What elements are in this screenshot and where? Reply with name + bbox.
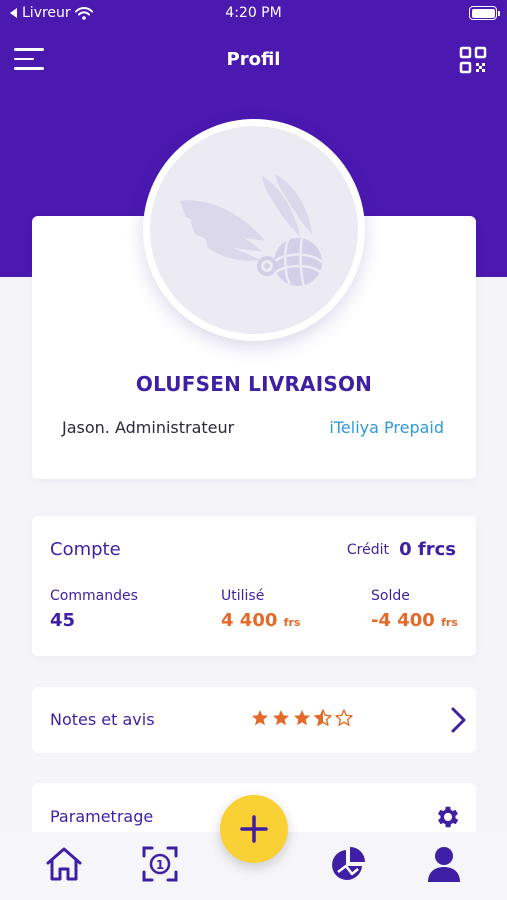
- tab-home[interactable]: [44, 844, 84, 884]
- credit-value: 0 frcs: [399, 539, 456, 560]
- svg-text:1: 1: [156, 858, 164, 872]
- orders-stat: Commandes 45: [50, 588, 138, 631]
- user-role: Jason. Administrateur: [62, 418, 235, 437]
- orders-label: Commandes: [50, 588, 138, 604]
- balance-stat: Solde -4 400 frs: [371, 588, 458, 631]
- star-full-icon: [273, 710, 289, 726]
- ratings-row[interactable]: Notes et avis: [32, 687, 476, 753]
- star-full-icon: [294, 710, 310, 726]
- balance-amount: -4 400 frs: [371, 610, 458, 631]
- account-type-link[interactable]: iTeliya Prepaid: [329, 418, 444, 437]
- balance-label: Solde: [371, 588, 410, 604]
- used-stat: Utilisé 4 400 frs: [221, 588, 300, 631]
- star-empty-icon: [335, 709, 353, 726]
- status-bar: Livreur 4:20 PM: [0, 0, 507, 28]
- account-card: Compte Crédit 0 frcs Commandes 45 Utilis…: [32, 516, 476, 656]
- tab-stats[interactable]: [328, 844, 368, 884]
- pie-chart-icon: [332, 847, 365, 880]
- user-icon: [428, 847, 460, 882]
- battery-icon: [469, 6, 500, 20]
- star-half-icon: [314, 709, 332, 726]
- balance-value: -4 400: [371, 610, 435, 631]
- gear-icon: [437, 806, 459, 828]
- qr-code-icon[interactable]: [459, 46, 487, 74]
- company-name: OLUFSEN LIVRAISON: [135, 372, 373, 396]
- credit-label: Crédit: [346, 542, 389, 558]
- company-logo-icon: [180, 174, 323, 287]
- settings-label: Parametrage: [50, 807, 154, 826]
- scan-icon: 1: [142, 846, 178, 882]
- top-bar: Profil: [0, 40, 507, 82]
- orders-value: 45: [50, 610, 76, 631]
- status-time: 4:20 PM: [225, 5, 282, 21]
- ratings-label: Notes et avis: [50, 710, 155, 729]
- plus-icon: [240, 815, 268, 843]
- avatar[interactable]: [143, 119, 365, 341]
- chevron-right-icon: [451, 707, 466, 733]
- balance-unit: frs: [441, 616, 458, 629]
- used-amount: 4 400 frs: [221, 610, 300, 631]
- account-title: Compte: [50, 539, 121, 560]
- used-value: 4 400: [221, 610, 278, 631]
- tab-profile[interactable]: [424, 844, 464, 884]
- rating-stars: [251, 709, 353, 727]
- page-title: Profil: [226, 49, 281, 70]
- home-icon: [46, 847, 82, 881]
- add-button[interactable]: [220, 795, 288, 863]
- star-full-icon: [252, 710, 268, 726]
- tab-scan[interactable]: 1: [140, 844, 180, 884]
- used-label: Utilisé: [221, 588, 265, 604]
- used-unit: frs: [283, 616, 301, 629]
